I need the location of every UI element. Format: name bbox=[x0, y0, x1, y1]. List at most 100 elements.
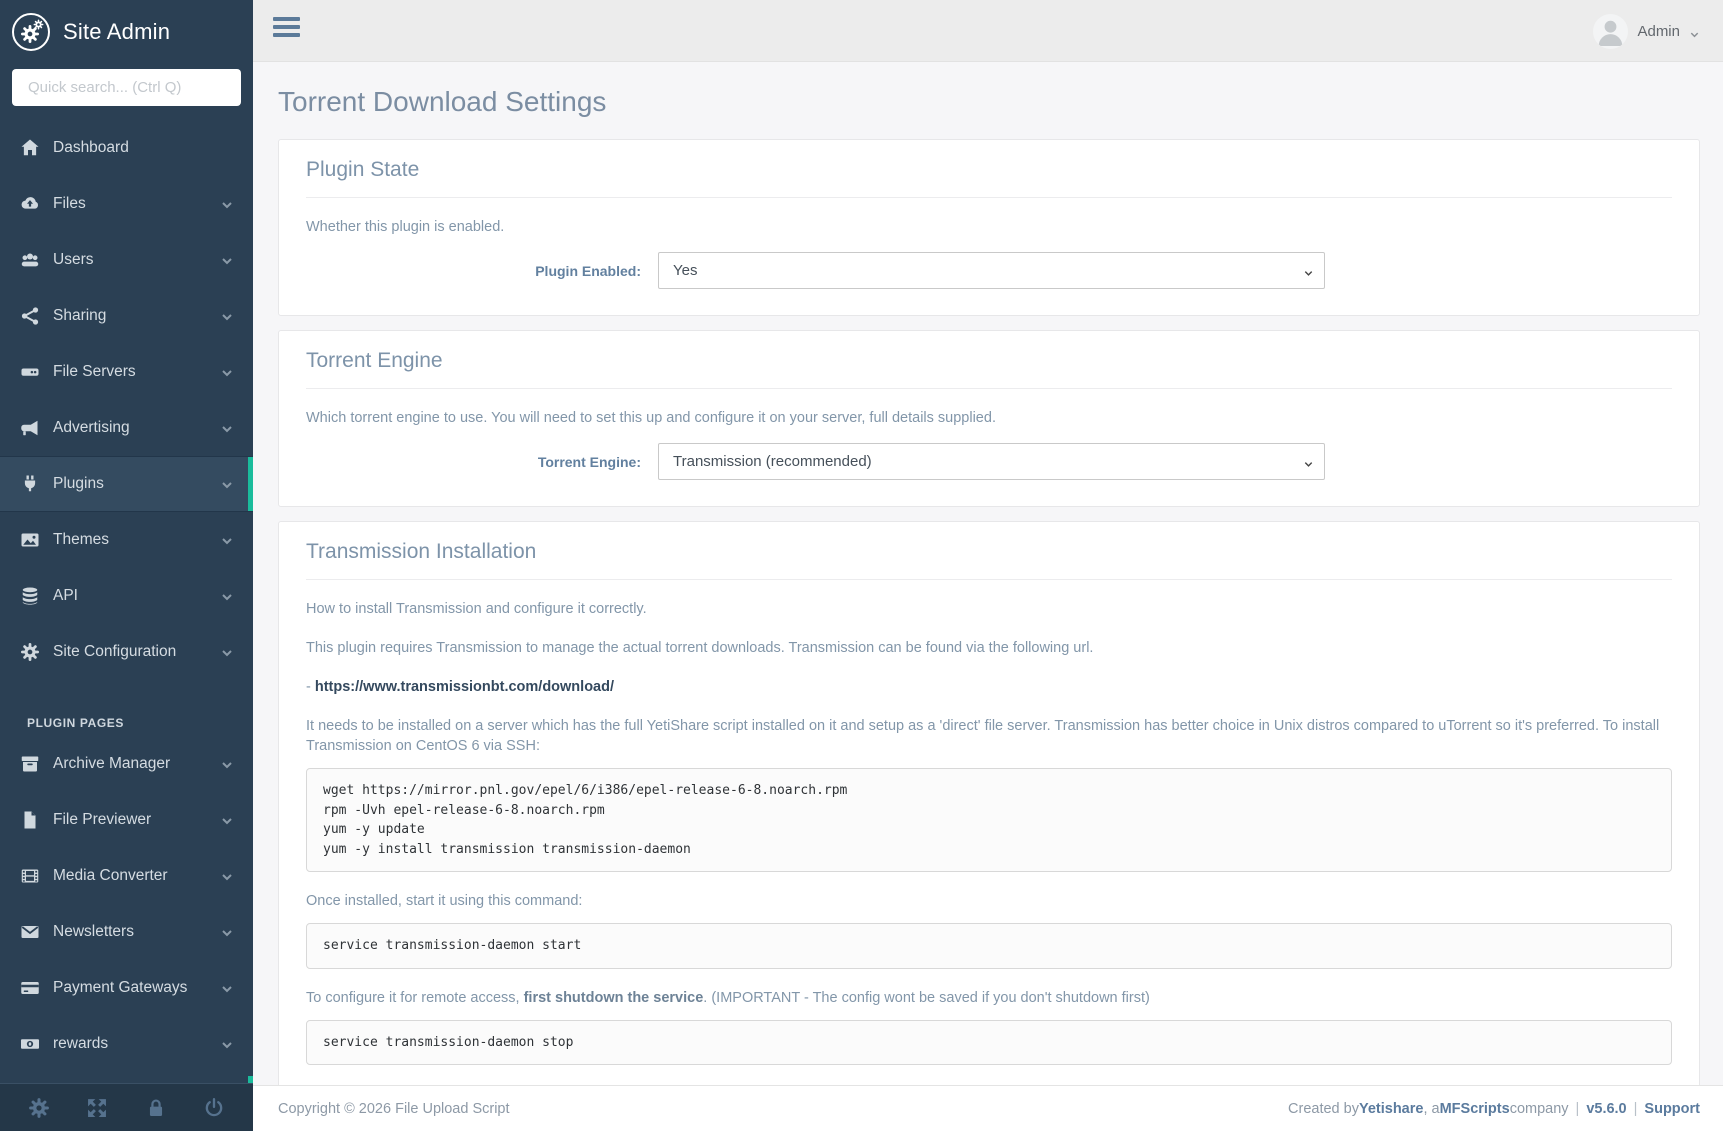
sidebar-item-label: Advertising bbox=[53, 419, 130, 437]
sidebar-item-archive-manager[interactable]: Archive Manager bbox=[0, 736, 253, 792]
install-commands-code-block: wget https://mirror.pnl.gov/epel/6/i386/… bbox=[306, 768, 1672, 872]
sidebar-item-label: Newsletters bbox=[53, 923, 134, 941]
sidebar-item-plugins[interactable]: Plugins bbox=[0, 456, 253, 512]
image-icon bbox=[20, 530, 40, 550]
chevron-down-icon bbox=[221, 422, 233, 434]
sidebar-item-newsletters[interactable]: Newsletters bbox=[0, 904, 253, 960]
torrent-engine-label: Torrent Engine: bbox=[306, 454, 641, 470]
sidebar-item-label: Site Configuration bbox=[53, 643, 176, 661]
sidebar-item-label: Themes bbox=[53, 531, 109, 549]
database-icon bbox=[20, 586, 40, 606]
sidebar-item-dashboard[interactable]: Dashboard bbox=[0, 120, 253, 176]
separator: | bbox=[1634, 1101, 1638, 1117]
created-by-text: Created by bbox=[1288, 1101, 1359, 1117]
sidebar-footer bbox=[0, 1083, 253, 1131]
section-title: Torrent Engine bbox=[306, 349, 1672, 373]
sidebar-item-label: Media Converter bbox=[53, 867, 168, 885]
quick-search-input[interactable] bbox=[12, 69, 241, 106]
sidebar-item-label: File Servers bbox=[53, 363, 136, 381]
chevron-down-icon bbox=[221, 758, 233, 770]
chevron-down-icon bbox=[1689, 27, 1700, 38]
chevron-down-icon bbox=[221, 254, 233, 266]
select-caret-icon bbox=[1303, 266, 1314, 277]
sidebar-item-label: API bbox=[53, 587, 78, 605]
brand[interactable]: Site Admin bbox=[0, 0, 253, 59]
plugin-state-card: Plugin State Whether this plugin is enab… bbox=[278, 139, 1700, 316]
sidebar-item-media-converter[interactable]: Media Converter bbox=[0, 848, 253, 904]
archive-icon bbox=[20, 754, 40, 774]
section-title: Transmission Installation bbox=[306, 540, 1672, 564]
sidebar-item-label: Payment Gateways bbox=[53, 979, 187, 997]
fullscreen-expand-icon[interactable] bbox=[86, 1097, 108, 1119]
user-name: Admin bbox=[1637, 23, 1680, 40]
chevron-down-icon bbox=[221, 478, 233, 490]
sidebar-item-label: Sharing bbox=[53, 307, 106, 325]
version-text: v5.6.0 bbox=[1586, 1101, 1626, 1117]
plugin-enabled-select[interactable]: Yes bbox=[658, 252, 1325, 289]
support-link[interactable]: Support bbox=[1644, 1101, 1700, 1117]
sidebar-item-label: Dashboard bbox=[53, 139, 129, 157]
sidebar-item-users[interactable]: Users bbox=[0, 232, 253, 288]
chevron-down-icon bbox=[221, 590, 233, 602]
money-icon bbox=[20, 1034, 40, 1054]
sidebar-item-file-previewer[interactable]: File Previewer bbox=[0, 792, 253, 848]
file-icon bbox=[20, 810, 40, 830]
shutdown-emphasis: first shutdown the service bbox=[524, 990, 704, 1006]
separator: | bbox=[1576, 1101, 1580, 1117]
user-menu[interactable]: Admin bbox=[1593, 0, 1700, 62]
sidebar-item-themes[interactable]: Themes bbox=[0, 512, 253, 568]
menu-toggle-button[interactable] bbox=[273, 17, 300, 41]
sidebar-item-api[interactable]: API bbox=[0, 568, 253, 624]
power-icon[interactable] bbox=[203, 1097, 225, 1119]
page-footer: Copyright © 2026 File Upload Script Crea… bbox=[253, 1085, 1723, 1131]
config-note: To configure it for remote access, first… bbox=[306, 988, 1672, 1008]
mfscripts-link[interactable]: MFScripts bbox=[1440, 1101, 1510, 1117]
sidebar-item-label: Archive Manager bbox=[53, 755, 170, 773]
chevron-down-icon bbox=[221, 366, 233, 378]
chevron-down-icon bbox=[221, 646, 233, 658]
sidebar-item-payment-gateways[interactable]: Payment Gateways bbox=[0, 960, 253, 1016]
sidebar: Site Admin Dashboard Files Users Sharing… bbox=[0, 0, 253, 1131]
users-icon bbox=[20, 250, 40, 270]
chevron-down-icon bbox=[221, 926, 233, 938]
sidebar-item-rewards[interactable]: rewards bbox=[0, 1016, 253, 1072]
yetishare-link[interactable]: Yetishare bbox=[1359, 1101, 1424, 1117]
page-title: Torrent Download Settings bbox=[253, 62, 1723, 118]
settings-gear-icon[interactable] bbox=[28, 1097, 50, 1119]
install-note: It needs to be installed on a server whi… bbox=[306, 716, 1672, 756]
transmission-installation-card: Transmission Installation How to install… bbox=[278, 521, 1700, 1131]
sidebar-item-label: Files bbox=[53, 195, 86, 213]
sidebar-item-sharing[interactable]: Sharing bbox=[0, 288, 253, 344]
copyright-text: Copyright © 2026 File Upload Script bbox=[278, 1101, 510, 1117]
section-description: Whether this plugin is enabled. bbox=[306, 217, 1672, 237]
stop-command-code-block: service transmission-daemon stop bbox=[306, 1020, 1672, 1066]
site-admin-logo-icon bbox=[12, 13, 50, 51]
chevron-down-icon bbox=[221, 534, 233, 546]
sidebar-item-file-servers[interactable]: File Servers bbox=[0, 344, 253, 400]
lock-icon[interactable] bbox=[145, 1097, 167, 1119]
brand-title: Site Admin bbox=[63, 19, 170, 45]
home-icon bbox=[20, 138, 40, 158]
main-content: Torrent Download Settings Plugin State W… bbox=[253, 62, 1723, 1131]
bullhorn-icon bbox=[20, 418, 40, 438]
gear-icon bbox=[20, 642, 40, 662]
link-prefix: - bbox=[306, 679, 315, 695]
divider bbox=[306, 388, 1672, 389]
plug-icon bbox=[20, 474, 40, 494]
sidebar-item-label: File Previewer bbox=[53, 811, 151, 829]
selected-value: Yes bbox=[673, 262, 697, 279]
chevron-down-icon bbox=[221, 870, 233, 882]
plugin-enabled-label: Plugin Enabled: bbox=[306, 263, 641, 279]
select-caret-icon bbox=[1303, 457, 1314, 468]
credit-card-icon bbox=[20, 978, 40, 998]
envelope-icon bbox=[20, 922, 40, 942]
sidebar-item-site-configuration[interactable]: Site Configuration bbox=[0, 624, 253, 680]
hdd-icon bbox=[20, 362, 40, 382]
sidebar-item-advertising[interactable]: Advertising bbox=[0, 400, 253, 456]
sidebar-item-files[interactable]: Files bbox=[0, 176, 253, 232]
start-note: Once installed, start it using this comm… bbox=[306, 891, 1672, 911]
torrent-engine-select[interactable]: Transmission (recommended) bbox=[658, 443, 1325, 480]
transmission-download-link[interactable]: https://www.transmissionbt.com/download/ bbox=[315, 679, 614, 695]
torrent-engine-card: Torrent Engine Which torrent engine to u… bbox=[278, 330, 1700, 507]
selected-value: Transmission (recommended) bbox=[673, 453, 872, 470]
